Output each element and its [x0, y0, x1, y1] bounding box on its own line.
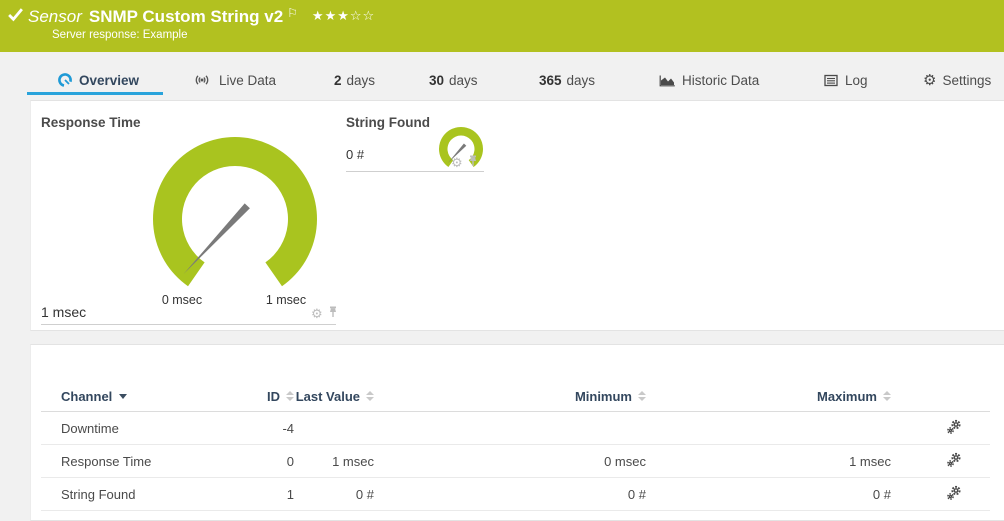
pin-icon[interactable] [468, 154, 478, 172]
tab-settings-label: Settings [942, 72, 992, 88]
tab-bar: Overview Live Data 2 days 30 days 365 da… [0, 52, 1004, 97]
flag-icon[interactable]: ⚐ [287, 6, 298, 20]
channel-id: -4 [282, 420, 294, 436]
string-found-current-value: 0 # [346, 147, 365, 162]
response-time-gauge-title: Response Time [41, 115, 141, 130]
gear-icon[interactable]: ⚙ [451, 157, 463, 170]
gear-icon[interactable]: ⚙ [311, 308, 323, 321]
active-tab-underline [27, 92, 163, 95]
gauge-icon [57, 72, 73, 88]
response-time-module-actions: ⚙ [311, 305, 338, 323]
channel-name[interactable]: Downtime [41, 421, 234, 436]
area-chart-icon [658, 73, 676, 88]
channel-name[interactable]: String Found [41, 487, 234, 502]
channel-table: Channel ID Last Value Minimum Maximum Do… [41, 381, 990, 511]
table-header-row: Channel ID Last Value Minimum Maximum [41, 381, 990, 412]
module-divider [41, 324, 336, 325]
tab-2-days-label: days [346, 72, 376, 88]
tab-settings[interactable]: ⚙ Settings [923, 68, 991, 92]
tab-overview[interactable]: Overview [57, 68, 139, 92]
column-header-last-value[interactable]: Last Value [294, 389, 374, 404]
channel-maximum: 0 # [872, 486, 891, 502]
column-header-id[interactable]: ID [234, 389, 294, 404]
response-time-current-value: 1 msec [41, 304, 87, 320]
sort-desc-icon [119, 393, 128, 399]
sensor-title: SNMP Custom String v2 [88, 7, 284, 26]
sort-icon [883, 391, 891, 401]
sensor-status-message: Server response: Example [52, 29, 188, 41]
tab-live-data-label: Live Data [219, 72, 277, 88]
channel-settings-gears-icon[interactable] [946, 419, 962, 438]
gear-icon: ⚙ [923, 71, 937, 89]
overview-gauges-panel: Response Time 0 msec 1 msec 1 msec ⚙ Str… [30, 100, 1004, 331]
column-header-minimum[interactable]: Minimum [374, 389, 646, 404]
channel-last-value: 1 msec [332, 453, 374, 469]
channel-last-value: 0 # [355, 486, 374, 502]
tab-log[interactable]: Log [823, 68, 868, 92]
tab-historic-data[interactable]: Historic Data [658, 68, 759, 92]
channel-name[interactable]: Response Time [41, 454, 234, 469]
channel-id: 1 [286, 486, 294, 502]
priority-stars[interactable]: ★★★☆☆ [312, 9, 375, 24]
tab-30-days-label: days [449, 72, 478, 88]
gauge-min-label: 0 msec [161, 293, 203, 307]
gauge-max-label: 1 msec [265, 293, 307, 307]
log-list-icon [823, 73, 839, 88]
table-row-string-found: String Found 1 0 # 0 # 0 # [41, 478, 990, 511]
sensor-header-bar: Sensor SNMP Custom String v2 ⚐ ★★★☆☆ Ser… [0, 0, 1004, 52]
sort-icon [366, 391, 374, 401]
string-found-gauge-title: String Found [346, 115, 430, 130]
tab-365-days-label: days [566, 72, 596, 88]
column-header-maximum[interactable]: Maximum [646, 389, 891, 404]
channel-minimum: 0 # [627, 486, 646, 502]
column-header-channel[interactable]: Channel [41, 389, 234, 404]
pin-icon[interactable] [328, 305, 338, 323]
sort-icon [638, 391, 646, 401]
channel-table-panel: Channel ID Last Value Minimum Maximum Do… [30, 344, 1004, 521]
tab-live-data[interactable]: Live Data [191, 68, 276, 92]
tab-2-days[interactable]: 2 days [334, 68, 375, 92]
status-ok-check-icon [7, 6, 24, 28]
tab-30-days[interactable]: 30 days [429, 68, 478, 92]
channel-settings-gears-icon[interactable] [946, 485, 962, 504]
tab-log-label: Log [845, 72, 868, 88]
tab-overview-label: Overview [79, 72, 140, 88]
channel-minimum: 0 msec [604, 453, 646, 469]
channel-id: 0 [286, 453, 294, 469]
string-found-module-actions: ⚙ [451, 154, 478, 172]
channel-settings-gears-icon[interactable] [946, 452, 962, 471]
table-row-downtime: Downtime -4 [41, 412, 990, 445]
broadcast-icon [191, 72, 213, 88]
sensor-kind-label: Sensor [28, 7, 82, 26]
channel-maximum: 1 msec [849, 453, 891, 469]
table-row-response-time: Response Time 0 1 msec 0 msec 1 msec [41, 445, 990, 478]
tab-historic-data-label: Historic Data [682, 72, 760, 88]
tab-365-days[interactable]: 365 days [539, 68, 595, 92]
sort-icon [286, 391, 294, 401]
response-time-gauge [153, 137, 317, 287]
